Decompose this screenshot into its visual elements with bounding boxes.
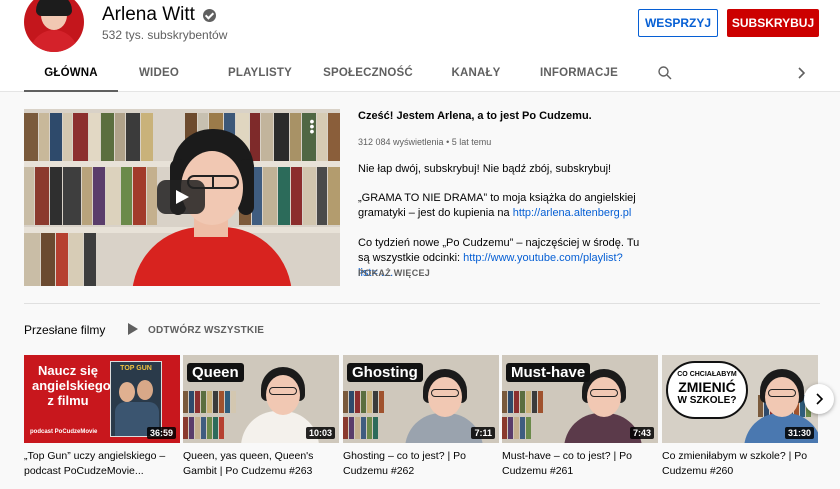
bookshelf-bottom [24,233,97,286]
thumb-line3: W SZKOLE? [677,395,737,406]
tab-channels[interactable]: KANAŁY [416,56,536,90]
play-all-button[interactable]: ODTWÓRZ WSZYSTKIE [148,325,264,336]
video-duration: 10:03 [305,427,335,439]
tab-playlists[interactable]: PLAYLISTY [200,56,320,90]
video-duration: 36:59 [146,427,176,439]
video-card[interactable]: Naucz się angielskiego z filmu podcast P… [24,355,180,479]
featured-desc-line1: Nie łap dwój, subskrybuj! Nie bądź zbój,… [358,163,612,175]
tab-community[interactable]: SPOŁECZNOŚĆ [320,56,416,90]
video-card[interactable]: Queen 10:03 Queen, yas queen, Queen's Ga… [183,355,339,479]
verified-icon [202,8,216,22]
video-duration: 7:11 [471,427,495,439]
support-button[interactable]: WESPRZYJ [638,9,718,37]
video-card[interactable]: CO CHCIAŁABYM ZMIENIĆ W SZKOLE? 31:30 Co… [662,355,818,479]
section-title[interactable]: Przesłane filmy [24,323,105,337]
next-arrow-icon[interactable] [804,384,834,414]
video-thumbnail[interactable]: Queen 10:03 [183,355,339,443]
subscribe-button[interactable]: SUBSKRYBUJ [727,9,819,37]
play-icon[interactable] [157,180,205,214]
tab-about[interactable]: INFORMACJE [536,56,622,90]
video-card[interactable]: Must-have 7:43 Must-have – co to jest? |… [502,355,658,479]
more-vert-icon[interactable]: • • • [309,114,315,138]
thumb-line2: ZMIENIĆ [678,379,736,395]
play-all-icon[interactable] [128,323,138,335]
video-title[interactable]: Co zmieniłabym w szkole? | Po Cudzemu #2… [662,449,818,479]
channel-name: Arlena Witt [102,4,216,26]
channel-tabs: GŁÓWNA WIDEO PLAYLISTY SPOŁECZNOŚĆ KANAŁ… [24,56,622,92]
show-more-button[interactable]: POKAŻ WIĘCEJ [358,268,430,278]
thumb-label: Ghosting [347,363,423,382]
featured-title[interactable]: Cześć! Jestem Arlena, a to jest Po Cudze… [358,110,592,122]
video-title[interactable]: Queen, yas queen, Queen's Gambit | Po Cu… [183,449,339,479]
avatar[interactable] [24,0,84,52]
thumb-headline: Naucz się angielskiego z filmu [32,363,111,408]
video-duration: 7:43 [629,427,654,439]
video-card[interactable]: Ghosting 7:11 Ghosting – co to jest? | P… [343,355,499,479]
book-link[interactable]: http://arlena.altenberg.pl [513,207,632,219]
video-thumbnail[interactable]: CO CHCIAŁABYM ZMIENIĆ W SZKOLE? 31:30 [662,355,818,443]
channel-name-text: Arlena Witt [102,4,195,25]
featured-desc-book: „GRAMA TO NIE DRAMA” to moja książka do … [358,191,648,221]
featured-views: 312 084 wyświetlenia [358,137,444,147]
tab-videos[interactable]: WIDEO [118,56,200,90]
poster-title: TOP GUN [120,365,152,372]
search-icon[interactable] [658,66,672,80]
featured-age: 5 lat temu [451,137,492,147]
video-title[interactable]: Ghosting – co to jest? | Po Cudzemu #262 [343,449,499,479]
channel-header: Arlena Witt 532 tys. subskrybentów WESPR… [0,0,840,92]
section-divider [24,303,820,304]
featured-video-thumbnail[interactable]: • • • [24,109,340,286]
featured-meta: 312 084 wyświetlenia • 5 lat temu [358,137,492,147]
video-duration: 31:30 [784,427,814,439]
thumb-line1: CO CHCIAŁABYM [677,371,737,378]
chevron-right-icon[interactable] [795,66,807,80]
video-thumbnail[interactable]: Ghosting 7:11 [343,355,499,443]
video-title[interactable]: Must-have – co to jest? | Po Cudzemu #26… [502,449,658,479]
video-title[interactable]: „Top Gun” uczy angielskiego – podcast Po… [24,449,180,479]
thumb-label: Queen [187,363,244,382]
video-thumbnail[interactable]: Naucz się angielskiego z filmu podcast P… [24,355,180,443]
speech-bubble: CO CHCIAŁABYM ZMIENIĆ W SZKOLE? [666,361,748,419]
thumb-subtitle: podcast PoCudzeMovie [30,429,98,435]
movie-poster: TOP GUN [110,361,162,437]
thumb-label: Must-have [506,363,591,382]
subscriber-count: 532 tys. subskrybentów [102,28,228,42]
video-thumbnail[interactable]: Must-have 7:43 [502,355,658,443]
tab-home[interactable]: GŁÓWNA [24,56,118,92]
